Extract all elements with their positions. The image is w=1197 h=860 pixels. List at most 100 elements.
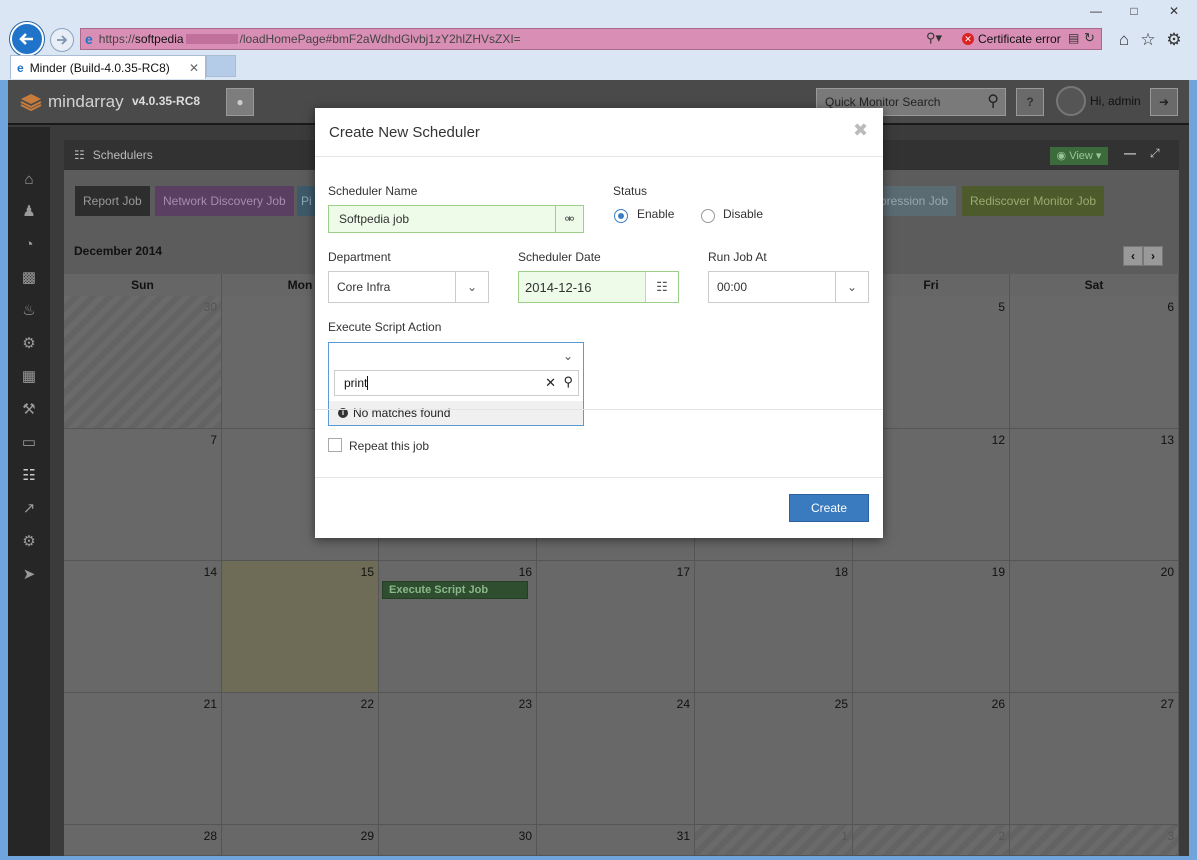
- calendar-day-cell[interactable]: 22: [222, 693, 379, 825]
- modal-header-divider: [315, 156, 883, 157]
- day-number: 18: [834, 565, 848, 579]
- help-button[interactable]: ?: [1016, 88, 1044, 116]
- url-path: /loadHomePage#bmF2aWdhdGlvbj1zY2hlZHVsZX…: [239, 32, 521, 46]
- calendar-day-cell[interactable]: 2: [853, 825, 1010, 856]
- calendar-day-cell[interactable]: 21: [64, 693, 222, 825]
- calendar-day-cell[interactable]: 30: [64, 296, 222, 429]
- calendar-day-cell[interactable]: 16 Execute Script Job: [379, 561, 537, 693]
- new-tab-button[interactable]: [206, 55, 236, 77]
- calendar-day-cell[interactable]: 1: [695, 825, 853, 856]
- close-modal-icon[interactable]: ✖: [853, 120, 868, 141]
- status-disable-radio[interactable]: [701, 209, 715, 223]
- forward-button[interactable]: [50, 28, 74, 52]
- calendar-day-cell[interactable]: 3: [1010, 825, 1179, 856]
- day-number: 26: [991, 697, 1005, 711]
- repeat-job-label: Repeat this job: [349, 439, 430, 453]
- status-enable-radio[interactable]: [614, 209, 628, 223]
- create-scheduler-modal: Create New Scheduler ✖ Scheduler Name So…: [315, 108, 883, 538]
- calendar-day-cell[interactable]: 19: [853, 561, 1010, 693]
- search-icon[interactable]: ⚲: [563, 374, 573, 390]
- run-job-at-select[interactable]: 00:00 ⌄: [708, 271, 869, 303]
- search-icon[interactable]: ⚲: [987, 89, 999, 115]
- refresh-icon[interactable]: ↻: [1084, 30, 1095, 46]
- calendar-day-cell[interactable]: 6: [1010, 296, 1179, 429]
- wrench-nav-icon[interactable]: ⚒: [18, 399, 40, 421]
- calendar-day-cell[interactable]: 31: [537, 825, 695, 856]
- repeat-job-checkbox[interactable]: [328, 438, 342, 452]
- rediscover-monitor-job-button[interactable]: Rediscover Monitor Job: [962, 186, 1105, 216]
- minimize-panel-icon[interactable]: —: [1124, 146, 1136, 160]
- execute-script-dropdown[interactable]: ⌄ print ✕ ⚲ i No matches found: [328, 342, 584, 426]
- sidebar: ⌂ ♟ ◔ ▩ ♨ ⚙ ▦ ⚒ ▭ ☷ ↗ ⚙ ➤: [8, 127, 50, 856]
- calendar-nav-icon[interactable]: ☷: [18, 465, 40, 487]
- calendar-day-cell[interactable]: 18: [695, 561, 853, 693]
- script-search-input[interactable]: print ✕ ⚲: [334, 370, 579, 396]
- department-select[interactable]: Core Infra ⌄: [328, 271, 489, 303]
- users-nav-icon[interactable]: ♟: [18, 201, 40, 223]
- calendar-day-cell[interactable]: 28: [64, 825, 222, 856]
- expand-panel-icon[interactable]: ⤢: [1150, 146, 1160, 161]
- monitor-nav-icon[interactable]: ▭: [18, 432, 40, 454]
- back-button[interactable]: [10, 22, 44, 56]
- cogs-nav-icon[interactable]: ⚙: [18, 531, 40, 553]
- view-dropdown-button[interactable]: ◉ View ▾: [1050, 147, 1108, 165]
- user-profile-button[interactable]: ●: [226, 88, 254, 116]
- browser-tab[interactable]: e Minder (Build-4.0.35-RC8) ✕: [10, 55, 206, 79]
- maximize-window-button[interactable]: □: [1124, 4, 1144, 18]
- report-job-button[interactable]: Report Job: [75, 186, 150, 216]
- suppression-job-button[interactable]: pression Job: [872, 186, 957, 216]
- clear-search-icon[interactable]: ✕: [545, 375, 556, 391]
- calendar-day-cell[interactable]: 25: [695, 693, 853, 825]
- calendar-day-cell[interactable]: 7: [64, 429, 222, 561]
- next-month-button[interactable]: ›: [1143, 246, 1163, 266]
- calendar-day-cell[interactable]: 27: [1010, 693, 1179, 825]
- calendar-day-cell[interactable]: 15: [222, 561, 379, 693]
- close-tab-icon[interactable]: ✕: [189, 61, 199, 75]
- network-discovery-job-button[interactable]: Network Discovery Job: [155, 186, 294, 216]
- scheduled-event[interactable]: Execute Script Job: [382, 581, 528, 599]
- calendar-day-cell[interactable]: 26: [853, 693, 1010, 825]
- certificate-error-badge[interactable]: ✕ Certificate error: [962, 32, 1061, 46]
- address-bar[interactable]: e https:// softpedia /loadHomePage#bmF2a…: [80, 28, 1102, 50]
- calendar-day-cell[interactable]: 24: [537, 693, 695, 825]
- prev-month-button[interactable]: ‹: [1123, 246, 1143, 266]
- settings-nav-icon[interactable]: ⚙: [18, 333, 40, 355]
- close-window-button[interactable]: ✕: [1164, 4, 1184, 18]
- calendar-day-cell[interactable]: 17: [537, 561, 695, 693]
- brand-logo[interactable]: mindarray: [20, 92, 124, 112]
- chart-nav-icon[interactable]: ↗: [18, 498, 40, 520]
- calendar-day-cell[interactable]: 20: [1010, 561, 1179, 693]
- calendar-day-cell[interactable]: 23: [379, 693, 537, 825]
- day-number: 15: [360, 565, 374, 579]
- calendar-day-cell[interactable]: 14: [64, 561, 222, 693]
- logout-button[interactable]: ➜: [1150, 88, 1178, 116]
- settings-gear-icon[interactable]: ⚙: [1164, 30, 1184, 50]
- topology-nav-icon[interactable]: ▩: [18, 267, 40, 289]
- no-matches-message: i No matches found: [329, 401, 583, 425]
- favorites-star-icon[interactable]: ☆: [1138, 30, 1158, 50]
- avatar[interactable]: [1056, 86, 1086, 116]
- minimize-window-button[interactable]: —: [1086, 4, 1106, 18]
- search-dropdown-icon[interactable]: ⚲▾: [926, 30, 942, 46]
- cert-error-label: Certificate error: [978, 32, 1061, 46]
- scheduler-name-input[interactable]: Softpedia job ⚮: [328, 205, 584, 233]
- scheduler-name-label: Scheduler Name: [328, 184, 418, 198]
- day-number: 31: [676, 829, 690, 843]
- calendar-picker-icon[interactable]: ☷: [645, 272, 678, 302]
- dashboard-nav-icon[interactable]: ◔: [18, 234, 40, 256]
- partial-job-button[interactable]: Pi: [297, 186, 317, 216]
- expand-arrow-icon[interactable]: ➤: [18, 564, 40, 586]
- calendar-day-cell[interactable]: 30: [379, 825, 537, 856]
- execute-script-label: Execute Script Action: [328, 320, 442, 334]
- calendar-day-cell[interactable]: 13: [1010, 429, 1179, 561]
- day-number: 25: [834, 697, 848, 711]
- calculator-nav-icon[interactable]: ▦: [18, 366, 40, 388]
- compat-view-icon[interactable]: ▤: [1068, 31, 1079, 45]
- scheduler-date-input[interactable]: 2014-12-16 ☷: [518, 271, 679, 303]
- day-number: 22: [360, 697, 374, 711]
- create-button[interactable]: Create: [789, 494, 869, 522]
- alerts-bell-icon[interactable]: ♨: [18, 300, 40, 322]
- home-nav-icon[interactable]: ⌂: [18, 169, 40, 191]
- home-icon[interactable]: ⌂: [1114, 30, 1134, 50]
- calendar-day-cell[interactable]: 29: [222, 825, 379, 856]
